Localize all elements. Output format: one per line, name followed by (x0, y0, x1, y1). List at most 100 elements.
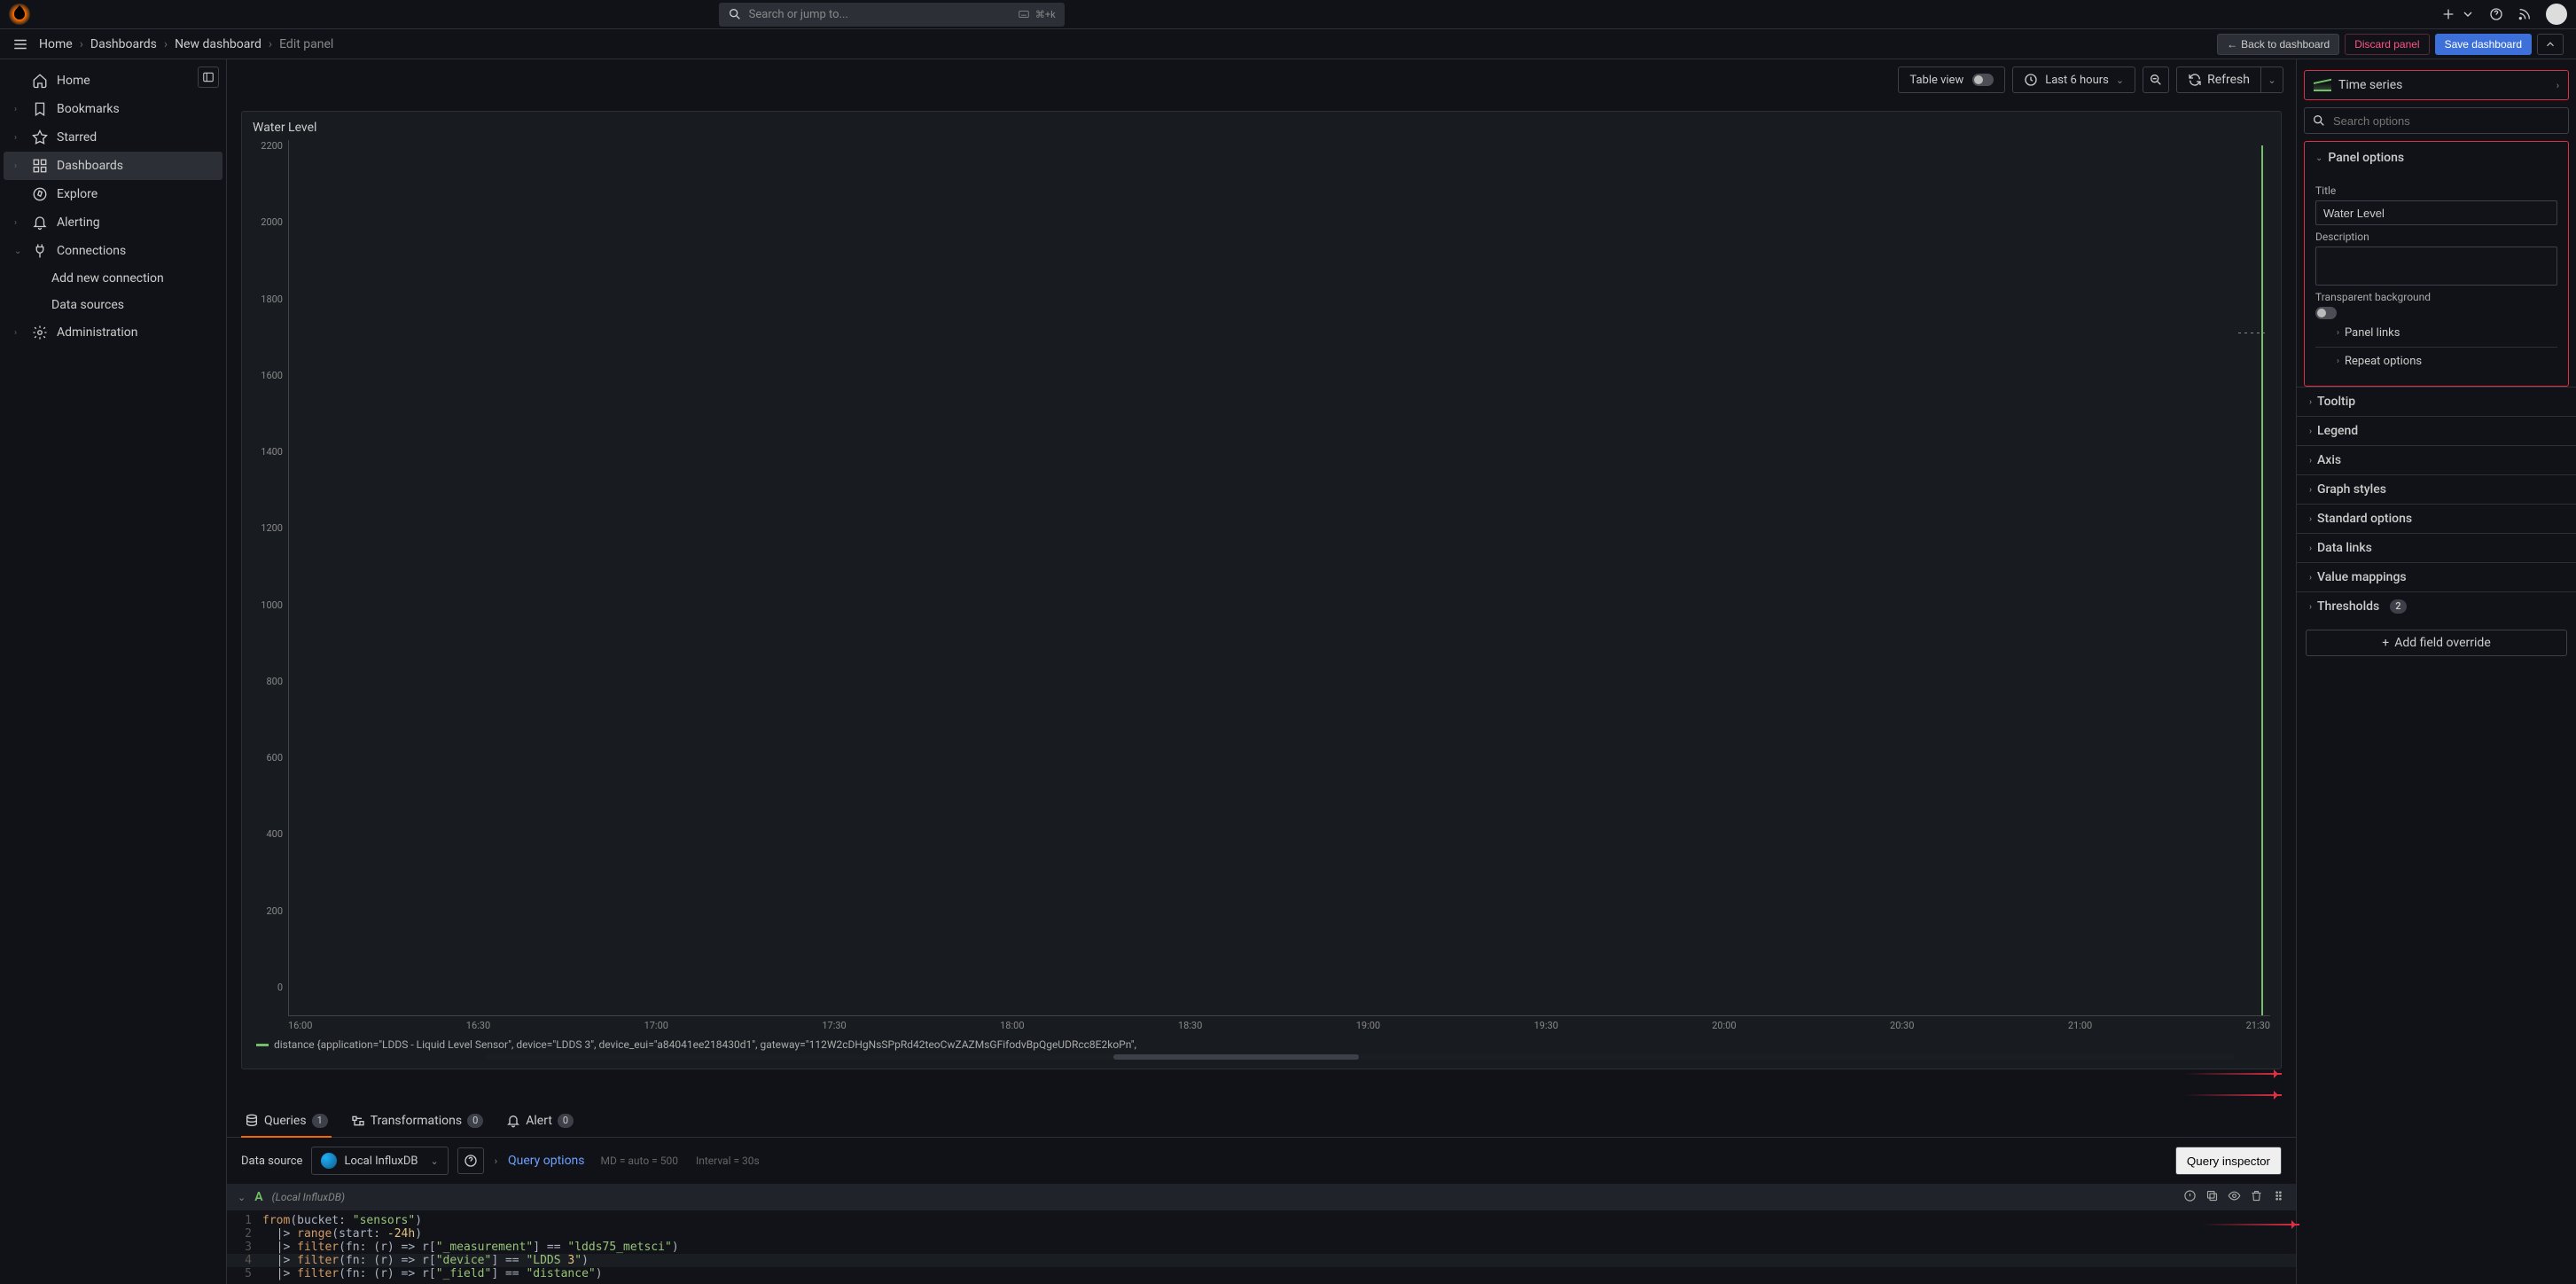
back-button[interactable]: ←Back to dashboard (2217, 34, 2339, 55)
sidebar-item-starred[interactable]: › Starred (4, 123, 222, 152)
query-options-link[interactable]: Query options (508, 1154, 585, 1168)
tab-label: Alert (526, 1114, 552, 1128)
sidebar-item-label: Alerting (57, 215, 100, 230)
editor-line[interactable]: 1from(bucket: "sensors") (227, 1214, 2296, 1227)
x-axis: 16:0016:3017:0017:3018:0018:3019:0019:30… (288, 1016, 2270, 1031)
sidebar-item-dashboards[interactable]: › Dashboards (4, 152, 222, 180)
chevron-right-icon: › (2309, 427, 2312, 436)
refresh-button[interactable]: Refresh (2176, 67, 2260, 93)
chevron-down-icon[interactable] (2461, 7, 2475, 21)
plus-icon: + (2382, 636, 2389, 650)
dashboards-icon (32, 158, 48, 174)
sidebar-item-home[interactable]: Home (4, 67, 222, 95)
flux-editor[interactable]: 1from(bucket: "sensors")2 |> range(start… (227, 1210, 2296, 1284)
time-range-picker[interactable]: Last 6 hours ⌄ (2012, 67, 2135, 93)
avatar[interactable] (2546, 4, 2567, 25)
sidebar-item-label: Bookmarks (57, 102, 120, 116)
sidebar-item-data-sources[interactable]: Data sources (4, 292, 222, 318)
query-help-icon[interactable] (2183, 1189, 2197, 1206)
title-input[interactable] (2315, 200, 2557, 225)
discard-button[interactable]: Discard panel (2345, 34, 2429, 55)
sub-repeat-options[interactable]: ›Repeat options (2315, 347, 2557, 375)
cat-head[interactable]: ›Standard options (2297, 505, 2576, 533)
horizontal-scrollbar[interactable] (483, 1054, 2235, 1060)
query-inspector-button[interactable]: Query inspector (2175, 1147, 2282, 1175)
tab-queries[interactable]: Queries 1 (241, 1105, 332, 1137)
search-icon (2312, 114, 2326, 128)
sidebar-item-bookmarks[interactable]: › Bookmarks (4, 95, 222, 123)
tab-count: 0 (467, 1114, 483, 1128)
arrow-annotation (2184, 1073, 2282, 1075)
datasource-help-button[interactable] (457, 1147, 484, 1174)
tab-transformations[interactable]: Transformations 0 (347, 1105, 488, 1137)
global-search[interactable]: Search or jump to... ⌘+k (719, 3, 1065, 27)
table-view-toggle[interactable]: Table view (1898, 67, 2005, 93)
cat-head[interactable]: ›Thresholds2 (2297, 592, 2576, 621)
visualization-picker[interactable]: Time series › (2304, 70, 2569, 100)
editor-line[interactable]: 2 |> range(start: -24h) (227, 1227, 2296, 1241)
eye-icon[interactable] (2228, 1189, 2241, 1206)
zoom-out-button[interactable] (2143, 67, 2169, 93)
cat-head[interactable]: ›Axis (2297, 446, 2576, 474)
trash-icon[interactable] (2250, 1189, 2263, 1206)
cat-head-panel-options[interactable]: ⌄ Panel options (2305, 142, 2568, 174)
menu-icon[interactable] (12, 36, 28, 52)
y-tick: 2000 (253, 216, 283, 228)
cat-head[interactable]: ›Legend (2297, 417, 2576, 445)
grafana-logo[interactable] (9, 4, 30, 25)
duplicate-icon[interactable] (2205, 1189, 2219, 1206)
cat-head[interactable]: ›Data links (2297, 534, 2576, 562)
options-search-input[interactable] (2333, 114, 2561, 128)
description-input[interactable] (2315, 247, 2557, 286)
sub-panel-links[interactable]: ›Panel links (2315, 319, 2557, 347)
time-range-label: Last 6 hours (2045, 74, 2109, 87)
add-field-override-button[interactable]: + Add field override (2306, 630, 2567, 656)
sidebar-toggle-icon[interactable] (198, 67, 219, 88)
sidebar-item-alerting[interactable]: › Alerting (4, 208, 222, 237)
options-search[interactable] (2304, 107, 2569, 134)
cat-head[interactable]: ›Tooltip (2297, 388, 2576, 416)
refresh-label: Refresh (2207, 73, 2250, 87)
tab-count: 0 (558, 1114, 574, 1128)
chevron-right-icon: › (2337, 356, 2339, 366)
sidebar-item-administration[interactable]: › Administration (4, 318, 222, 347)
drag-handle-icon[interactable] (2272, 1189, 2285, 1206)
line-number: 5 (227, 1267, 262, 1280)
editor-line[interactable]: 3 |> filter(fn: (r) => r["_measurement"]… (227, 1241, 2296, 1254)
legend-text: distance {application="LDDS - Liquid Lev… (274, 1038, 2270, 1051)
refresh-interval-dropdown[interactable]: ⌄ (2260, 67, 2283, 93)
chevron-right-icon: › (164, 37, 168, 51)
query-letter: A (254, 1190, 262, 1204)
save-button[interactable]: Save dashboard (2435, 34, 2532, 55)
y-tick: 0 (253, 982, 283, 993)
x-tick: 20:00 (1712, 1020, 1736, 1031)
datasource-picker[interactable]: Local InfluxDB ⌄ (311, 1147, 448, 1175)
cat-head[interactable]: ›Graph styles (2297, 475, 2576, 504)
bc-home[interactable]: Home (39, 37, 73, 51)
cat-head[interactable]: ›Value mappings (2297, 563, 2576, 591)
sidebar-item-connections[interactable]: ⌄ Connections (4, 237, 222, 265)
chart[interactable]: 2200200018001600140012001000800600400200… (253, 140, 2270, 1016)
rss-icon[interactable] (2517, 7, 2532, 21)
tab-alert[interactable]: Alert 0 (503, 1105, 577, 1137)
query-row-header[interactable]: ⌄ A (Local InfluxDB) (227, 1184, 2296, 1210)
influxdb-icon (321, 1153, 337, 1169)
tab-count: 1 (312, 1114, 328, 1128)
sidebar-item-explore[interactable]: Explore (4, 180, 222, 208)
code-content: from(bucket: "sensors") (262, 1214, 2296, 1227)
query-meta-interval: Interval = 30s (696, 1155, 760, 1167)
bc-new-dashboard[interactable]: New dashboard (175, 37, 262, 51)
legend[interactable]: distance {application="LDDS - Liquid Lev… (253, 1031, 2270, 1051)
chevron-down-icon: ⌄ (2268, 74, 2275, 86)
sidebar-item-label: Data sources (51, 298, 124, 312)
help-icon[interactable] (2489, 7, 2503, 21)
add-icon[interactable] (2441, 7, 2455, 21)
bc-dashboards[interactable]: Dashboards (90, 37, 157, 51)
editor-line[interactable]: 4 |> filter(fn: (r) => r["device"] == "L… (227, 1254, 2296, 1267)
editor-line[interactable]: 5 |> filter(fn: (r) => r["_field"] == "d… (227, 1267, 2296, 1280)
code-content: |> range(start: -24h) (262, 1227, 2296, 1241)
collapse-options-icon[interactable] (2537, 34, 2564, 55)
sidebar-item-add-connection[interactable]: Add new connection (4, 265, 222, 292)
search-kbd: ⌘+k (1018, 8, 1056, 20)
transparent-toggle[interactable] (2315, 307, 2337, 319)
